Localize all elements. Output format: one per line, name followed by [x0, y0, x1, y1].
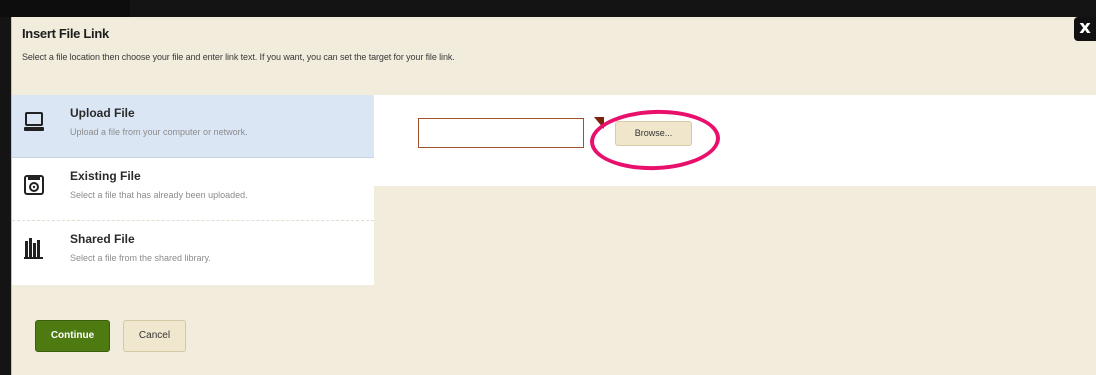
option-existing-file[interactable]: Existing File Select a file that has alr…	[12, 158, 374, 221]
dialog-title: Insert File Link	[22, 26, 109, 41]
option-title: Existing File	[70, 169, 141, 183]
close-icon: x	[1079, 17, 1091, 38]
library-icon	[24, 238, 43, 259]
option-title: Shared File	[70, 232, 135, 246]
file-path-input[interactable]	[418, 118, 584, 148]
option-description: Upload a file from your computer or netw…	[70, 127, 248, 137]
continue-button[interactable]: Continue	[35, 320, 110, 352]
option-description: Select a file from the shared library.	[70, 253, 211, 263]
computer-icon	[24, 112, 44, 131]
dialog-subtitle: Select a file location then choose your …	[22, 52, 455, 62]
option-upload-file[interactable]: Upload File Upload a file from your comp…	[12, 95, 374, 158]
option-description: Select a file that has already been uplo…	[70, 190, 248, 200]
close-button[interactable]: x	[1074, 17, 1096, 41]
backdrop-bar	[0, 0, 130, 17]
file-location-list: Upload File Upload a file from your comp…	[12, 95, 374, 285]
option-shared-file[interactable]: Shared File Select a file from the share…	[12, 221, 374, 283]
cancel-button[interactable]: Cancel	[123, 320, 186, 352]
option-title: Upload File	[70, 106, 135, 120]
disk-icon	[24, 175, 44, 195]
